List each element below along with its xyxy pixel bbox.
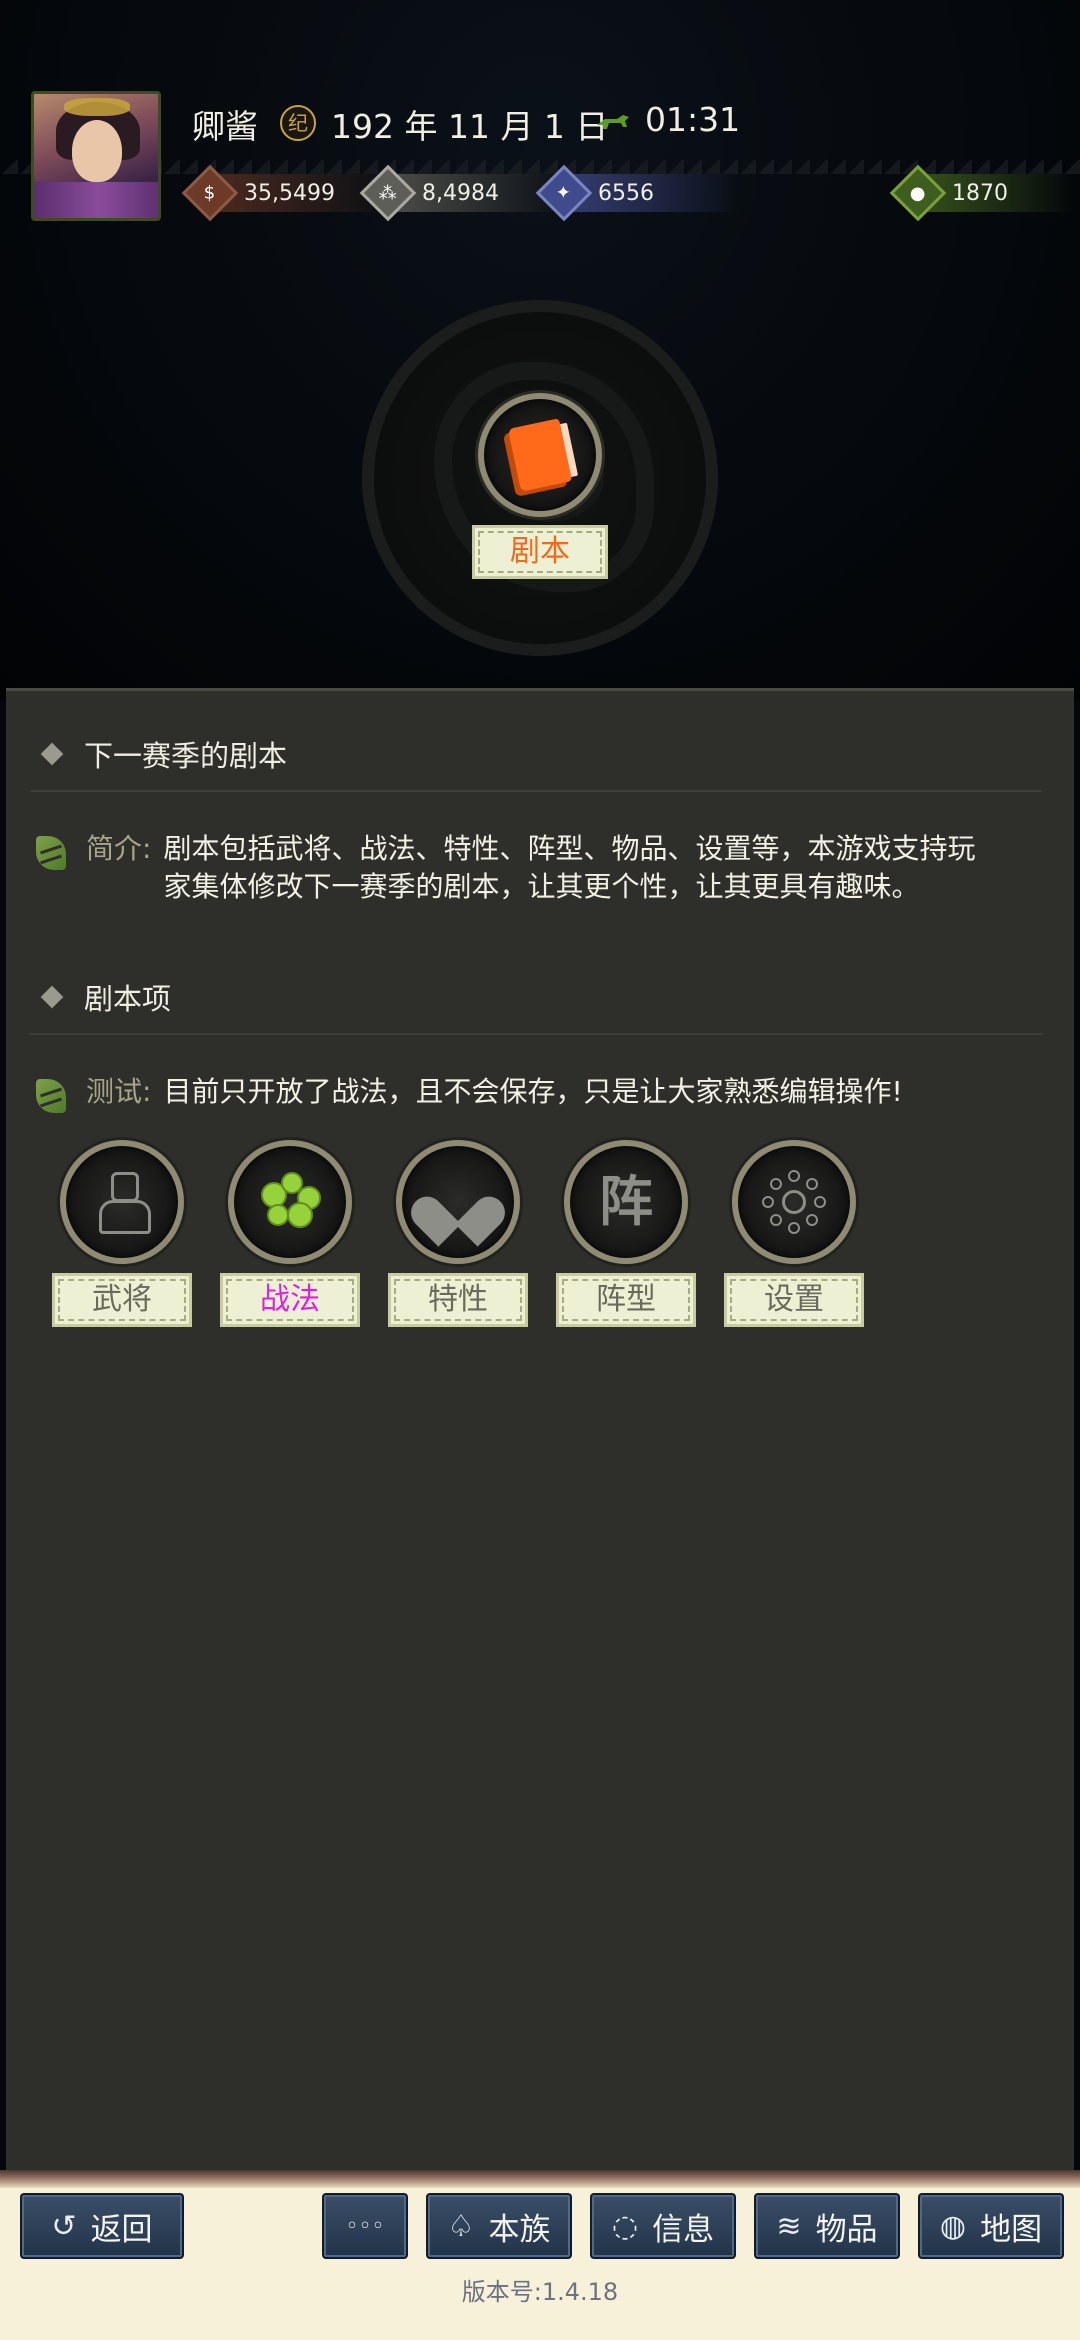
- tactic-icon: [257, 1172, 323, 1232]
- game-time: 01:31: [645, 100, 741, 139]
- resource-gold[interactable]: ● 1870: [889, 164, 1074, 222]
- leaf-icon: [36, 1079, 66, 1113]
- info-button[interactable]: ◌ 信息: [590, 2193, 736, 2259]
- clan-icon: ♤: [447, 2208, 475, 2244]
- back-label: 返回: [90, 2211, 153, 2248]
- items-label: 物品: [815, 2211, 878, 2248]
- player-avatar[interactable]: [31, 91, 161, 221]
- items-button[interactable]: ≋ 物品: [754, 2193, 900, 2259]
- script-panel: [6, 688, 1074, 2173]
- category-formation[interactable]: 阵 阵型: [556, 1140, 696, 1330]
- items-icon: ≋: [776, 2208, 802, 2244]
- intro-note: 简介: 剧本包括武将、战法、特性、阵型、物品、设置等，本游戏支持玩家集体修改下一…: [30, 830, 1040, 906]
- back-arrow-icon: ↺: [51, 2208, 77, 2244]
- category-tactic[interactable]: 战法: [220, 1140, 360, 1330]
- resource-troops[interactable]: ✦ 6556: [535, 164, 740, 222]
- resource-troops-value: 6556: [570, 174, 740, 212]
- test-label: 测试:: [86, 1075, 152, 1108]
- section-next-season-script: 下一赛季的剧本: [30, 733, 287, 775]
- intro-text: 剧本包括武将、战法、特性、阵型、物品、设置等，本游戏支持玩家集体修改下一赛季的剧…: [163, 832, 976, 903]
- test-note: 测试: 目前只开放了战法，且不会保存，只是让大家熟悉编辑操作!: [30, 1073, 1040, 1113]
- section-title: 剧本项: [84, 982, 172, 1016]
- script-feature-label[interactable]: 剧本: [472, 525, 608, 579]
- category-label: 战法: [220, 1273, 360, 1327]
- book-icon: [507, 418, 573, 492]
- section-script-items: 剧本项: [30, 976, 171, 1018]
- resource-grain[interactable]: ⁂ 8,4984: [359, 164, 564, 222]
- horse-icon: [597, 115, 629, 129]
- divider: [30, 790, 1042, 792]
- script-feature-button[interactable]: [478, 393, 602, 517]
- player-name: 卿酱: [192, 107, 258, 146]
- clan-button[interactable]: ♤ 本族: [426, 2193, 572, 2259]
- more-dots-icon: ◦◦◦: [345, 2213, 385, 2239]
- section-title: 下一赛季的剧本: [84, 739, 288, 773]
- category-trait[interactable]: 特性: [388, 1140, 528, 1330]
- test-text: 目前只开放了战法，且不会保存，只是让大家熟悉编辑操作!: [163, 1075, 903, 1108]
- year-seal-icon: 纪: [280, 105, 316, 141]
- divider: [30, 1033, 1042, 1035]
- map-label: 地图: [980, 2211, 1043, 2248]
- trait-heart-icon: [429, 1176, 487, 1228]
- back-button[interactable]: ↺ 返回: [20, 2193, 184, 2259]
- settings-network-icon: [762, 1170, 826, 1234]
- bottom-bar-edge: [0, 2170, 1080, 2188]
- category-label: 设置: [724, 1273, 864, 1327]
- map-globe-icon: ◍: [939, 2208, 967, 2244]
- intro-label: 简介:: [86, 832, 152, 865]
- category-general[interactable]: 武将: [52, 1140, 192, 1330]
- more-button[interactable]: ◦◦◦: [322, 2193, 408, 2259]
- diamond-bullet-icon: [40, 985, 64, 1009]
- resource-gold-value: 1870: [924, 174, 1074, 212]
- category-label: 特性: [388, 1273, 528, 1327]
- map-button[interactable]: ◍ 地图: [918, 2193, 1064, 2259]
- category-settings[interactable]: 设置: [724, 1140, 864, 1330]
- chat-bubble-icon: ◌: [611, 2208, 639, 2244]
- category-label: 阵型: [556, 1273, 696, 1327]
- info-label: 信息: [652, 2211, 715, 2248]
- leaf-icon: [36, 836, 66, 870]
- general-icon: [97, 1172, 151, 1234]
- version-label: 版本号:1.4.18: [461, 2278, 619, 2306]
- diamond-bullet-icon: [40, 742, 64, 766]
- category-label: 武将: [52, 1273, 192, 1327]
- formation-icon: 阵: [599, 1170, 653, 1233]
- clan-label: 本族: [488, 2211, 551, 2248]
- game-date: 192 年 11 月 1 日: [331, 107, 609, 146]
